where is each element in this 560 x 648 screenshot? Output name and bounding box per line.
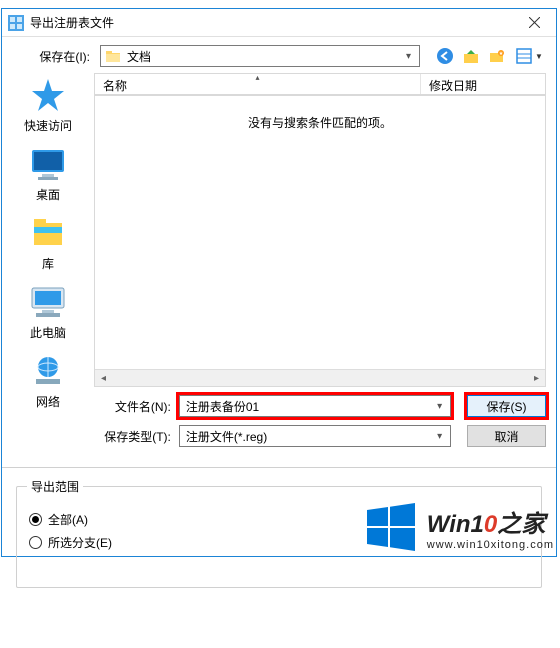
radio-branch-label: 所选分支(E) [48, 534, 112, 551]
sidebar-item-label: 网络 [36, 393, 60, 410]
sidebar-item-libraries[interactable]: 库 [28, 215, 68, 272]
horizontal-scrollbar[interactable]: ◂ ▸ [95, 369, 545, 386]
list-header: ▴ 名称 修改日期 [94, 73, 546, 95]
radio-icon [29, 536, 42, 549]
sidebar-item-label: 快速访问 [24, 117, 72, 134]
export-range-group: 导出范围 全部(A) 所选分支(E) [2, 470, 556, 648]
nav-toolbar: ★ ▼ [434, 45, 546, 67]
body-area: 快速访问 桌面 库 [2, 73, 556, 387]
filetype-value: 注册文件(*.reg) [186, 428, 435, 445]
column-date[interactable]: 修改日期 [421, 74, 545, 94]
cancel-button[interactable]: 取消 [467, 425, 546, 447]
file-rows: 文件名(N): 注册表备份01 ▾ 保存(S) 保存类型(T): 注册文件(*.… [2, 387, 556, 465]
export-range-title: 导出范围 [27, 478, 83, 495]
views-icon [515, 47, 533, 65]
column-name[interactable]: ▴ 名称 [95, 74, 421, 94]
separator [2, 467, 556, 468]
close-icon [529, 17, 540, 28]
libraries-icon [28, 215, 68, 251]
quick-access-icon [28, 77, 68, 113]
back-button[interactable] [434, 45, 456, 67]
back-icon [436, 47, 454, 65]
sidebar-item-desktop[interactable]: 桌面 [28, 146, 68, 203]
regedit-icon [8, 15, 24, 31]
sort-indicator-icon: ▴ [255, 73, 259, 82]
chevron-down-icon: ▾ [435, 401, 444, 412]
sidebar-item-label: 此电脑 [30, 324, 66, 341]
cancel-button-label: 取消 [495, 428, 519, 445]
save-in-value: 文档 [127, 48, 402, 65]
svg-text:★: ★ [499, 51, 504, 57]
new-folder-icon: ★ [488, 47, 506, 65]
sidebar-item-network[interactable]: 网络 [28, 353, 68, 410]
save-in-label: 保存在(I): [26, 48, 94, 65]
radio-icon [29, 513, 42, 526]
folder-icon [105, 48, 121, 64]
up-button[interactable] [460, 45, 482, 67]
scroll-right-icon[interactable]: ▸ [528, 370, 545, 387]
filetype-label: 保存类型(T): [94, 428, 171, 445]
chevron-down-icon: ▾ [435, 431, 444, 442]
column-label: 名称 [103, 79, 127, 93]
radio-all-label: 全部(A) [48, 511, 88, 528]
save-button[interactable]: 保存(S) [467, 395, 546, 417]
scroll-left-icon[interactable]: ◂ [95, 370, 112, 387]
chevron-down-icon: ▼ [535, 52, 543, 61]
radio-all[interactable]: 全部(A) [29, 511, 529, 528]
save-in-combo[interactable]: 文档 ▾ [100, 45, 420, 67]
file-list[interactable]: 没有与搜索条件匹配的项。 ◂ ▸ [94, 95, 546, 387]
filename-input[interactable]: 注册表备份01 ▾ [179, 395, 451, 417]
sidebar-item-label: 桌面 [36, 186, 60, 203]
column-label: 修改日期 [429, 79, 477, 93]
views-button[interactable]: ▼ [512, 45, 546, 67]
new-folder-button[interactable]: ★ [486, 45, 508, 67]
window-title: 导出注册表文件 [30, 14, 512, 31]
sidebar-item-quickaccess[interactable]: 快速访问 [24, 77, 72, 134]
this-pc-icon [28, 284, 68, 320]
save-in-row: 保存在(I): 文档 ▾ [2, 37, 556, 73]
sidebar-item-thispc[interactable]: 此电脑 [28, 284, 68, 341]
file-list-pane: ▴ 名称 修改日期 没有与搜索条件匹配的项。 ◂ ▸ [94, 73, 546, 387]
close-button[interactable] [512, 9, 556, 37]
empty-message: 没有与搜索条件匹配的项。 [248, 114, 392, 386]
sidebar-item-label: 库 [42, 255, 54, 272]
network-icon [28, 353, 68, 389]
save-button-label: 保存(S) [487, 398, 527, 415]
filetype-combo[interactable]: 注册文件(*.reg) ▾ [179, 425, 451, 447]
chevron-down-icon: ▾ [402, 51, 415, 62]
titlebar: 导出注册表文件 [2, 9, 556, 37]
filename-value: 注册表备份01 [186, 398, 435, 415]
radio-branch[interactable]: 所选分支(E) [29, 534, 529, 551]
places-sidebar: 快速访问 桌面 库 [2, 73, 94, 387]
export-registry-dialog: 导出注册表文件 保存在(I): 文档 ▾ [1, 8, 557, 557]
filename-label: 文件名(N): [94, 398, 171, 415]
desktop-icon [28, 146, 68, 182]
up-folder-icon [462, 47, 480, 65]
